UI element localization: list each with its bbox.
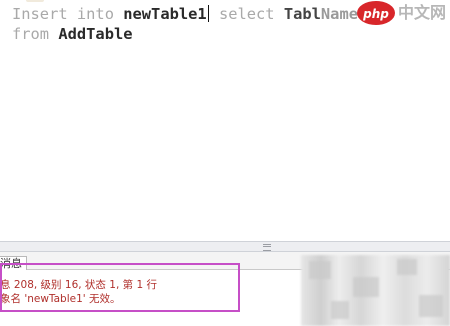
pixelated-region [301,255,450,326]
site-watermark: php 中文网 [356,1,446,25]
column-name-tail: Name [320,5,358,23]
php-logo-text: php [363,7,389,21]
sql-editor[interactable]: Insert into newTable1 select TablName fr… [0,0,450,241]
watermark-text: 中文网 [397,3,446,22]
code-line-2: from AddTable [12,24,133,44]
sql-query-window: Insert into newTable1 select TablName fr… [0,0,450,326]
keyword-select: select [218,5,275,23]
error-highlight-box [0,263,240,312]
php-logo-icon: php [356,1,395,25]
cropped-fragment [26,0,44,2]
text-cursor [207,5,209,22]
code-line-1: Insert into newTable1 select TablName [12,4,358,24]
keyword-insert: Insert [12,5,68,23]
pane-splitter[interactable] [0,241,450,252]
keyword-from: from [12,25,50,43]
source-table-name: AddTable [58,25,133,43]
keyword-into: into [76,5,114,23]
splitter-grip-icon[interactable] [263,244,271,251]
column-name-fragment: Tabl [283,5,321,23]
table-name-new: newTable1 [123,5,207,23]
